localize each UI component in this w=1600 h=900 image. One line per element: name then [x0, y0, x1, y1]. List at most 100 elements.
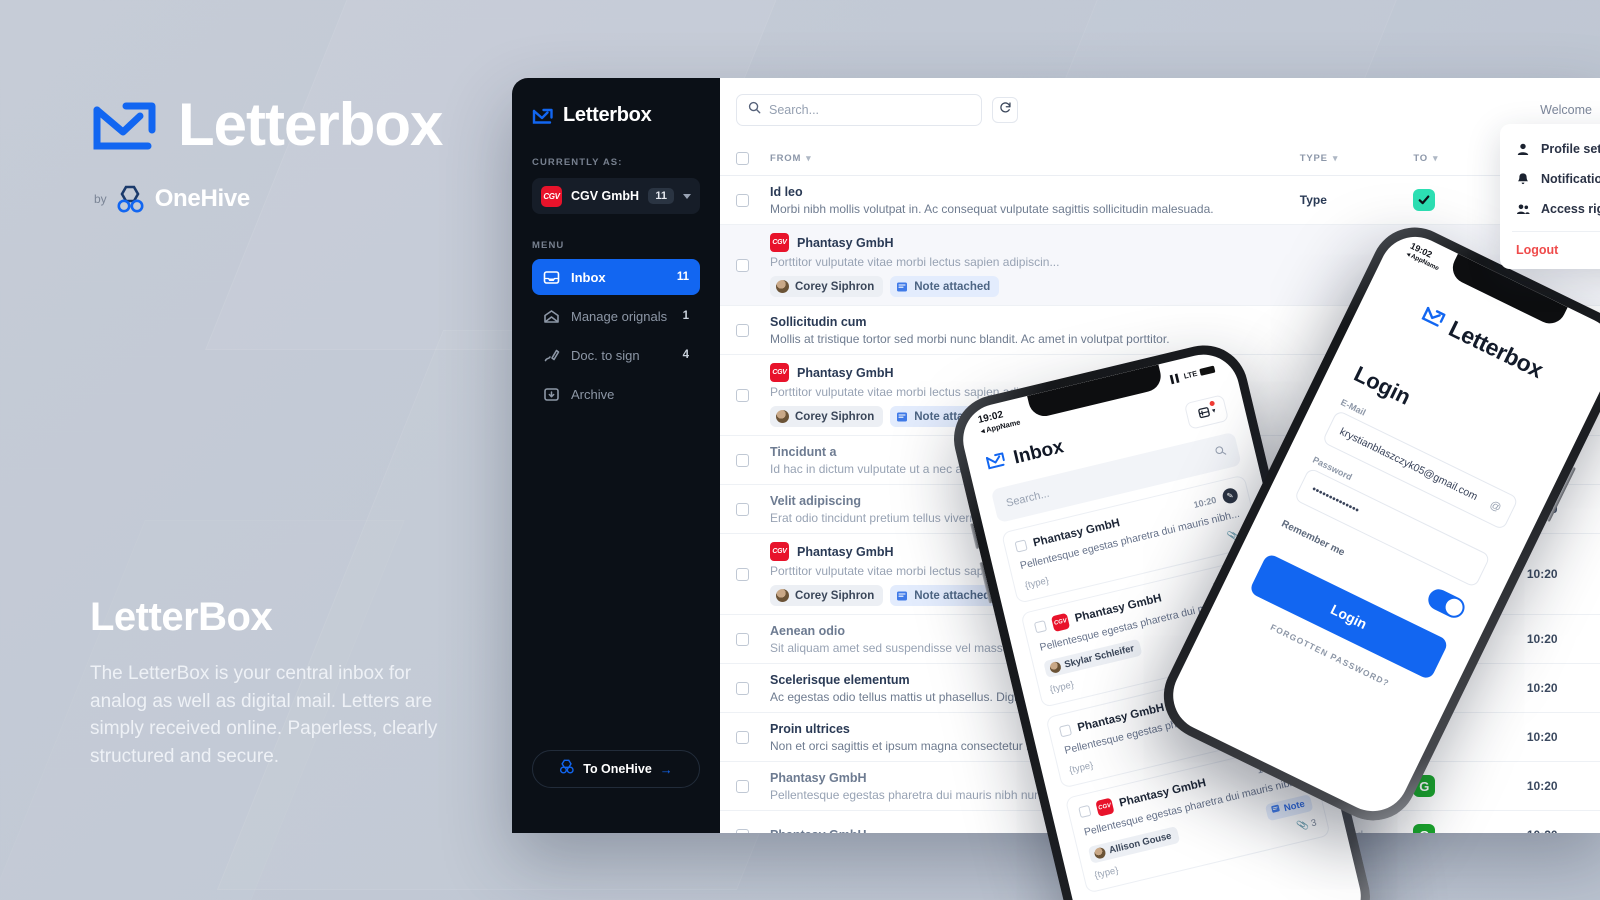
sidebar-item-archive[interactable]: Archive	[532, 376, 700, 412]
status-badge-g-icon: G	[1413, 824, 1436, 833]
row-checkbox[interactable]	[736, 453, 749, 467]
chip-label: Allison Gouse	[1107, 830, 1173, 856]
note-attached-chip[interactable]: Note attached	[890, 585, 1000, 606]
byline-label: by	[94, 192, 107, 206]
menu-item-notifications[interactable]: Notifications	[1500, 164, 1600, 194]
menu-item-access-rights[interactable]: Access rights	[1500, 194, 1600, 224]
at-icon: @	[1487, 498, 1503, 515]
assignee-chip[interactable]: Corey Siphron	[770, 276, 884, 297]
org-unread-count: 11	[648, 188, 674, 204]
row-checkbox[interactable]	[736, 681, 749, 695]
topbar: Search... Welcome	[720, 78, 1600, 142]
search-input[interactable]: Search...	[736, 94, 982, 126]
table-row[interactable]: Id leo Morbi nibh mollis volutpat in. Ac …	[720, 176, 1600, 225]
note-attached-chip[interactable]: Note attached	[890, 276, 1000, 297]
password-value: ••••••••••••••	[1309, 483, 1362, 517]
onehive-name: OneHive	[154, 185, 251, 212]
note-attached-chip[interactable]: Note	[1264, 793, 1314, 821]
avatar: ✎	[1221, 486, 1240, 505]
cell-date: 10:20	[1526, 632, 1558, 646]
avatar	[776, 280, 789, 293]
sidebar-item-label: Doc. to sign	[571, 347, 640, 363]
phone-card-checkbox[interactable]	[1078, 805, 1092, 819]
row-checkbox[interactable]	[736, 828, 749, 833]
sidebar-item-inbox[interactable]: Inbox 11	[532, 259, 700, 295]
sidebar-brand-name: Letterbox	[563, 104, 652, 126]
sidebar-item-count: 1	[682, 310, 689, 322]
letterbox-logo-icon	[984, 449, 1009, 475]
column-header-from-label: FROM	[770, 153, 802, 164]
row-checkbox[interactable]	[736, 258, 749, 272]
note-icon	[896, 411, 908, 423]
row-content: Id leo Morbi nibh mollis volutpat in. Ac …	[770, 185, 1300, 216]
letterbox-logo-icon	[90, 96, 162, 154]
sender-logo-icon: CGV	[1050, 612, 1071, 632]
avatar	[776, 589, 789, 602]
row-title: Phantasy GmbH	[797, 235, 894, 250]
refresh-button[interactable]	[992, 97, 1018, 123]
sidebar-item-doc-to-sign[interactable]: Doc. to sign 4	[532, 337, 700, 373]
row-checkbox[interactable]	[736, 779, 749, 793]
sidebar-brand[interactable]: Letterbox	[532, 104, 700, 127]
row-title: Id leo	[770, 184, 803, 199]
row-chips: Corey Siphron Note attached	[770, 276, 1300, 297]
chip-label: Note attached	[914, 589, 991, 602]
cell-to: G	[1413, 775, 1527, 797]
phone-card-checkbox[interactable]	[1058, 724, 1073, 738]
chevron-down-icon[interactable]	[683, 193, 691, 199]
row-checkbox[interactable]	[736, 567, 749, 581]
row-preview: Morbi nibh mollis volutpat in. Ac conseq…	[770, 201, 1214, 216]
menu-item-label: Profile settings	[1541, 142, 1600, 156]
sidebar-item-manage-originals[interactable]: Manage orignals 1	[532, 298, 700, 334]
row-preview: Mollis at tristique tortor sed morbi nun…	[770, 331, 1170, 346]
row-checkbox[interactable]	[736, 388, 749, 402]
cell-date: 10:20	[1526, 567, 1558, 581]
row-checkbox[interactable]	[736, 502, 749, 516]
row-checkbox[interactable]	[736, 193, 749, 207]
sender-logo-icon: CGV	[1095, 797, 1115, 817]
onehive-logo-icon	[116, 185, 146, 213]
row-checkbox[interactable]	[736, 323, 749, 337]
row-content: Sollicitudin cum Mollis at tristique tort…	[770, 315, 1300, 346]
search-placeholder: Search...	[769, 103, 820, 117]
people-icon	[1516, 202, 1530, 216]
row-checkbox[interactable]	[736, 632, 749, 646]
menu-item-label: Notifications	[1541, 172, 1600, 186]
chip-label: Corey Siphron	[795, 410, 875, 423]
user-icon	[1516, 142, 1530, 156]
menu-caption: MENU	[532, 240, 565, 251]
welcome-label: Welcome	[1540, 103, 1592, 117]
select-all-checkbox[interactable]	[736, 152, 749, 165]
column-header-type[interactable]: TYPE ▾	[1300, 153, 1414, 164]
logout-button[interactable]: Logout	[1500, 239, 1600, 261]
to-onehive-button[interactable]: To OneHive →	[532, 750, 700, 788]
phone-card-checkbox[interactable]	[1033, 620, 1048, 634]
phone-card-attachments: 📎 3	[1295, 816, 1318, 833]
org-switcher[interactable]: CGV CGV GmbH 11	[532, 178, 700, 214]
sidebar: Letterbox CURRENTLY AS: CGV CGV GmbH 11 …	[512, 78, 720, 833]
phone-card-checkbox[interactable]	[1014, 539, 1028, 553]
phone-inbox-title: Inbox	[1011, 435, 1066, 468]
avatar	[1048, 661, 1063, 675]
refresh-icon	[999, 101, 1012, 119]
cell-to: G	[1413, 824, 1527, 833]
arrow-right-icon: →	[659, 761, 673, 777]
phone-filter-button[interactable]: ▾	[1183, 394, 1230, 430]
row-checkbox[interactable]	[736, 730, 749, 744]
assignee-chip[interactable]: Corey Siphron	[770, 406, 884, 427]
menu-item-profile-settings[interactable]: Profile settings	[1500, 134, 1600, 164]
remember-me-toggle[interactable]	[1424, 585, 1469, 622]
table-header-row: FROM ▾ TYPE ▾ TO ▾ DATE	[720, 142, 1600, 176]
hero-title: LetterBox	[90, 595, 273, 639]
assignee-chip[interactable]: Corey Siphron	[770, 585, 884, 606]
column-header-from[interactable]: FROM ▾	[770, 153, 1300, 164]
phone-card-type-tag: {type}	[1068, 759, 1095, 777]
phone-login-brand-name: Letterbox	[1444, 315, 1548, 383]
sender-logo-icon: CGV	[770, 233, 789, 252]
sidebar-item-label: Archive	[571, 386, 615, 402]
org-name: CGV GmbH	[571, 189, 640, 203]
chevron-down-icon: ▾	[1432, 153, 1439, 163]
column-header-type-label: TYPE	[1299, 153, 1328, 164]
archive-box-icon	[543, 386, 560, 403]
column-header-to-label: TO	[1413, 153, 1428, 164]
